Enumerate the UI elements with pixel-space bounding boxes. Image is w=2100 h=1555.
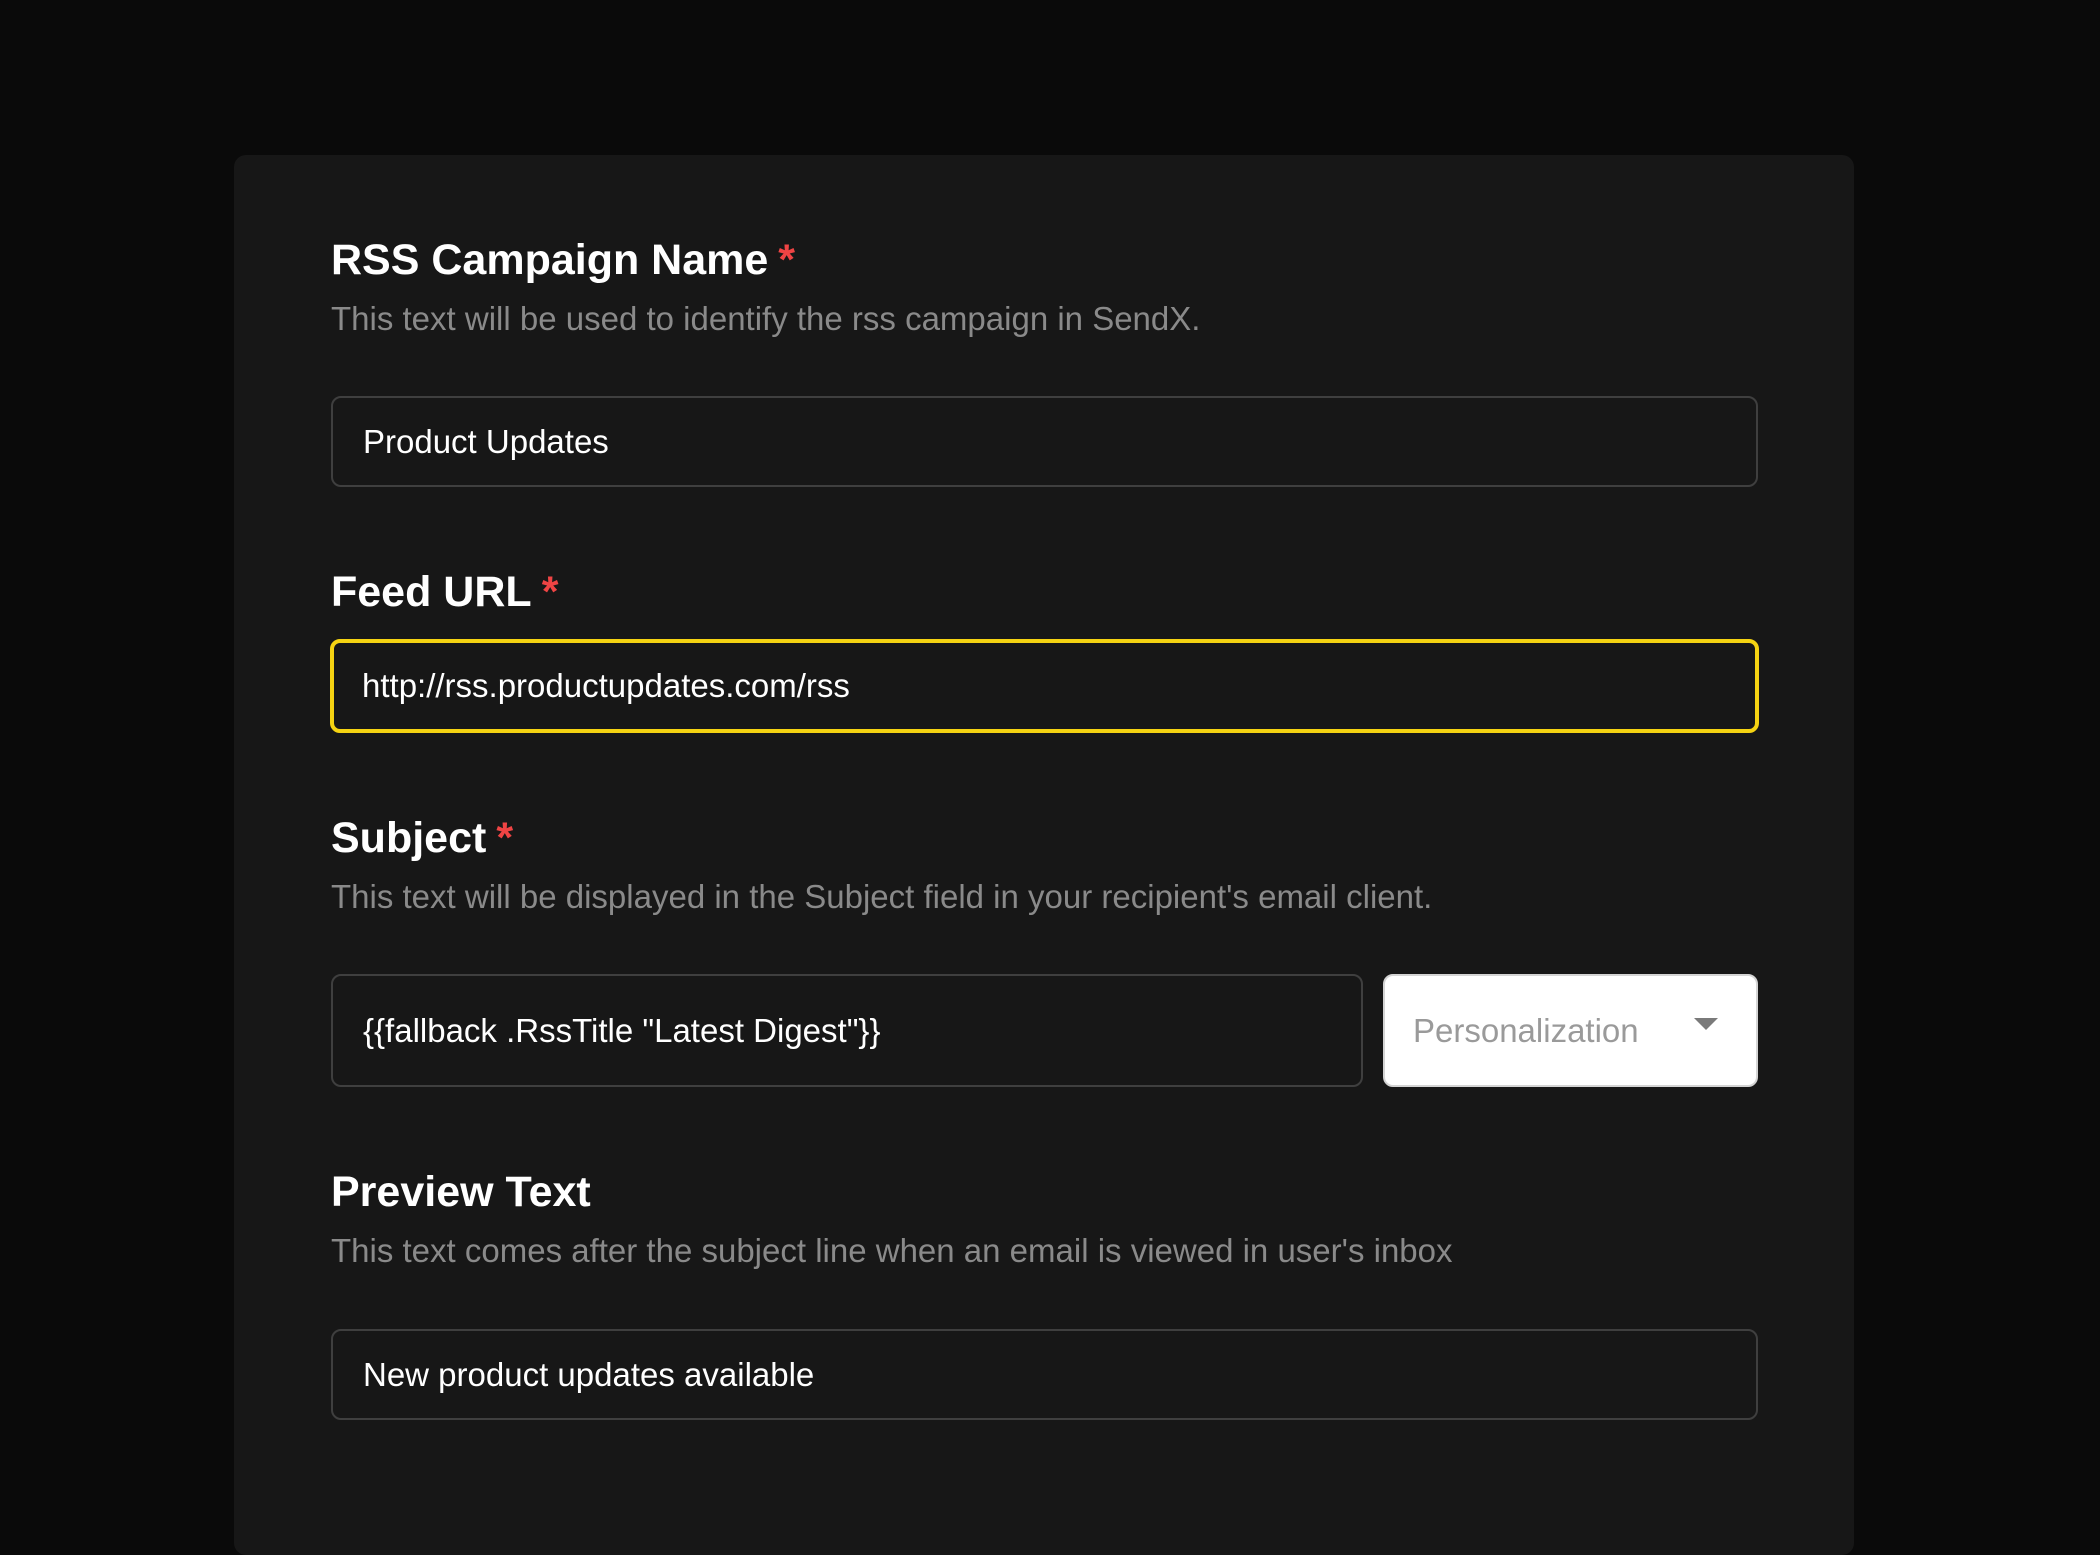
required-asterisk: *: [496, 814, 514, 862]
subject-value: {{fallback .RssTitle "Latest Digest"}}: [363, 1011, 881, 1049]
rss-campaign-form: RSS Campaign Name * This text will be use…: [234, 155, 1854, 1555]
required-asterisk: *: [541, 568, 559, 616]
preview-text-value: New product updates available: [363, 1355, 815, 1393]
campaign-name-description: This text will be used to identify the r…: [331, 300, 1201, 337]
preview-text-field: Preview Text This text comes after the s…: [331, 1167, 1758, 1467]
feed-url-input[interactable]: http://rss.productupdates.com/rss: [330, 639, 1759, 733]
subject-input[interactable]: {{fallback .RssTitle "Latest Digest"}}: [331, 974, 1363, 1087]
campaign-name-input[interactable]: Product Updates: [331, 396, 1758, 487]
preview-text-label: Preview Text: [331, 1168, 591, 1216]
campaign-name-field: RSS Campaign Name * This text will be use…: [331, 235, 1758, 575]
preview-text-description: This text comes after the subject line w…: [331, 1232, 1453, 1269]
campaign-name-label: RSS Campaign Name *: [331, 236, 796, 284]
chevron-down-icon: [1694, 1018, 1718, 1030]
campaign-name-value: Product Updates: [363, 422, 609, 460]
personalization-dropdown[interactable]: Personalization: [1383, 974, 1758, 1087]
feed-url-field: Feed URL * http://rss.productupdates.com/…: [330, 567, 1759, 767]
subject-description: This text will be displayed in the Subje…: [331, 878, 1433, 915]
personalization-placeholder: Personalization: [1413, 1011, 1639, 1049]
subject-label: Subject *: [331, 814, 514, 862]
subject-field: Subject * This text will be displayed in …: [331, 813, 1758, 1153]
feed-url-label: Feed URL *: [331, 568, 559, 616]
preview-text-input[interactable]: New product updates available: [331, 1329, 1758, 1420]
required-asterisk: *: [778, 236, 796, 284]
feed-url-value: http://rss.productupdates.com/rss: [362, 667, 850, 704]
